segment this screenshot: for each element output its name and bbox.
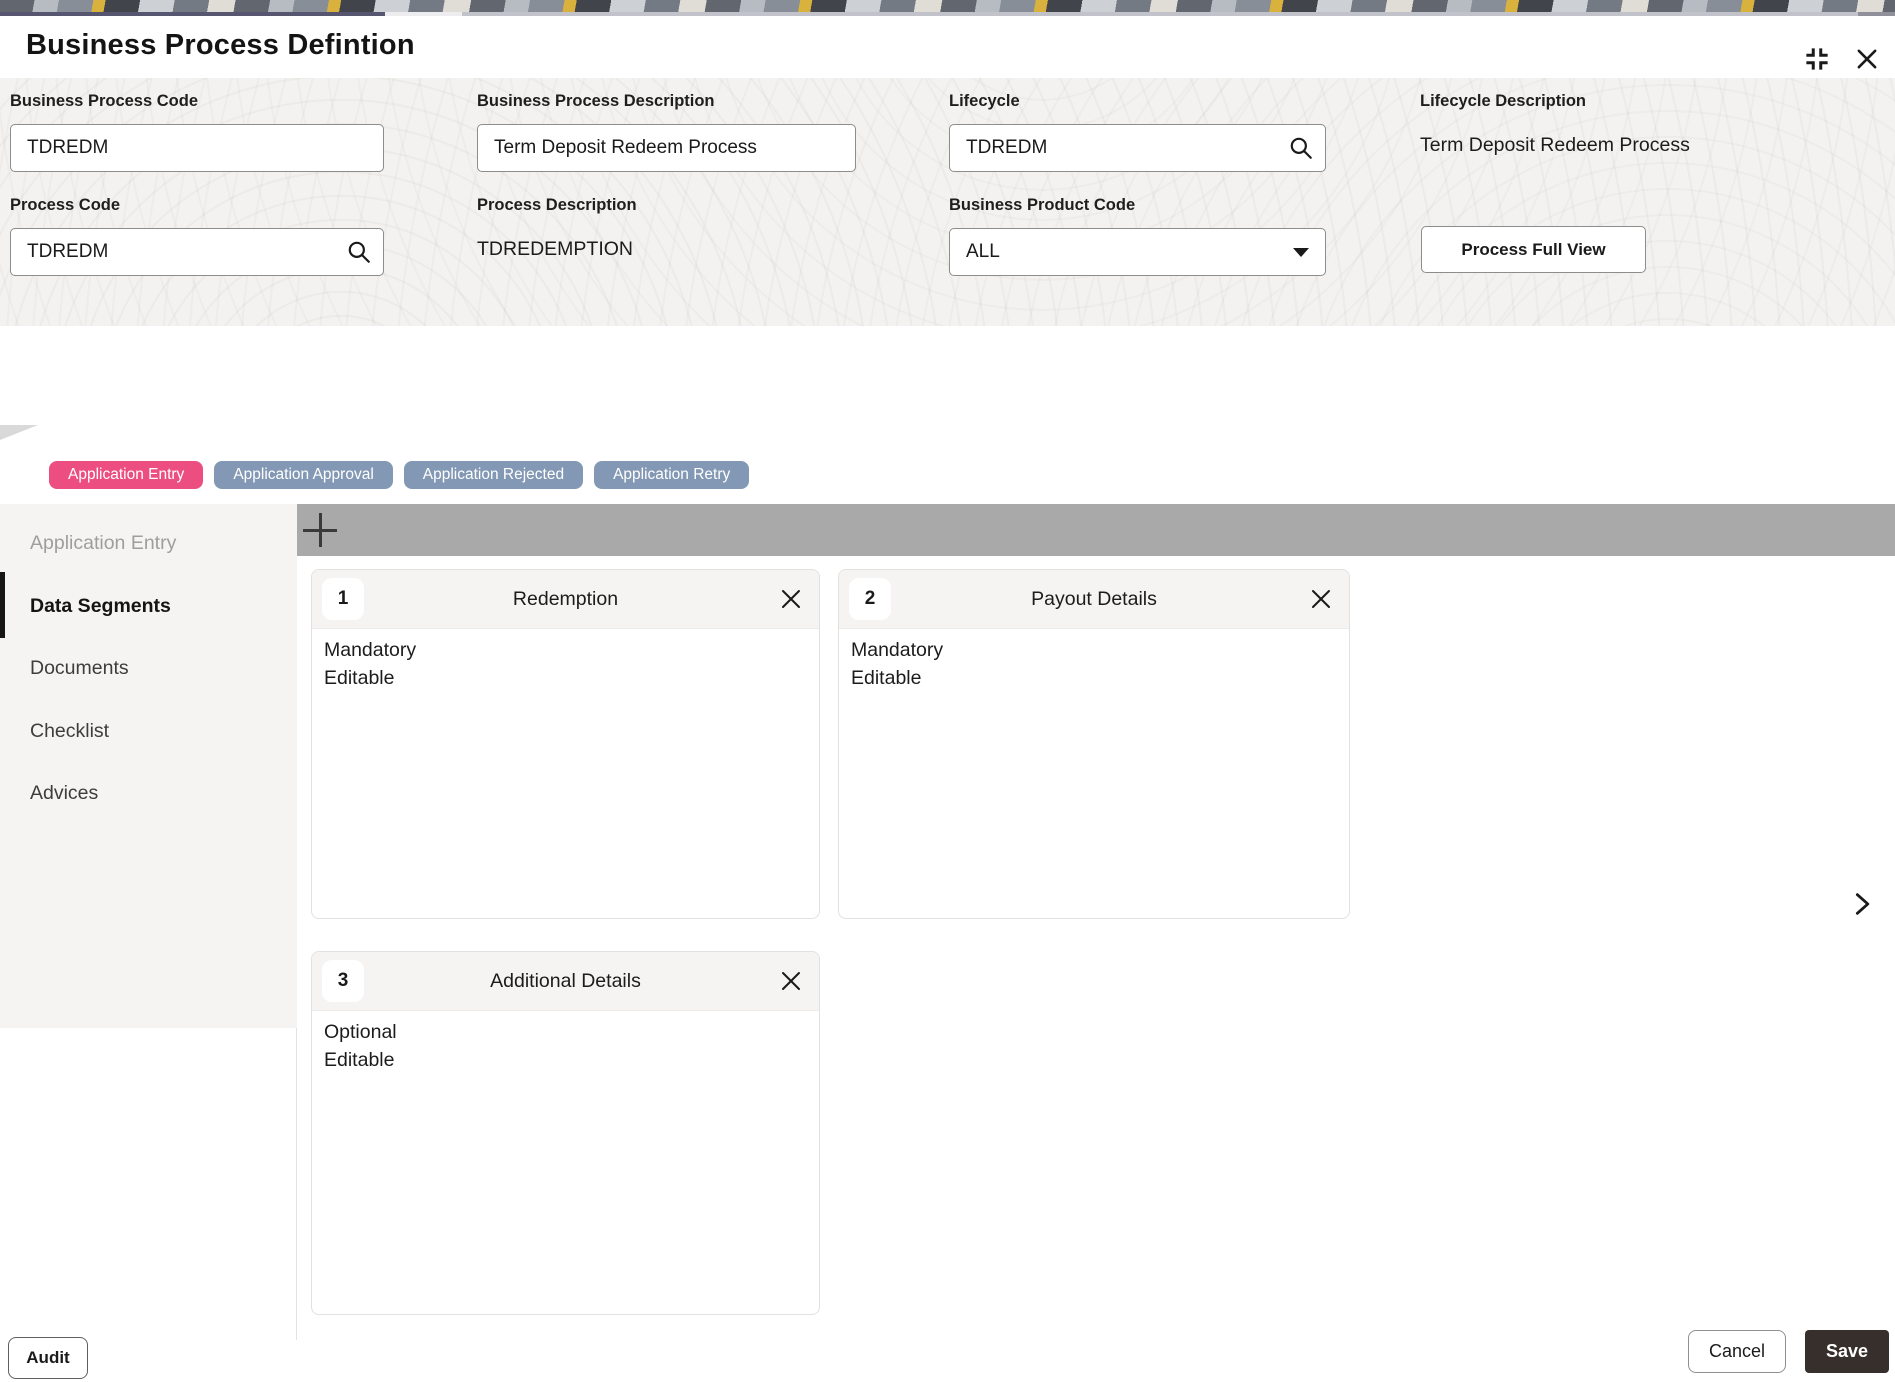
close-icon xyxy=(782,590,800,608)
remove-segment-button[interactable] xyxy=(1309,587,1333,611)
collapse-icon xyxy=(1806,48,1828,70)
audit-button[interactable]: Audit xyxy=(8,1337,88,1379)
save-label: Save xyxy=(1825,1341,1869,1361)
segment-attribute: Optional xyxy=(324,1021,397,1043)
segment-attributes: Mandatory Editable xyxy=(839,629,1349,699)
business-product-code-selected-value: ALL xyxy=(966,241,1000,262)
data-segment-card[interactable]: 3 Additional Details Optional Editable xyxy=(311,951,820,1315)
close-icon xyxy=(1857,49,1877,69)
business-process-definition-window: Business Process Defintion Business Proc… xyxy=(0,0,1895,1382)
sidebar-item-checklist[interactable]: Checklist xyxy=(30,717,109,745)
business-process-description-input[interactable] xyxy=(477,124,856,172)
collapse-window-button[interactable] xyxy=(1800,42,1834,76)
search-icon[interactable] xyxy=(1288,135,1314,161)
card-header: 2 Payout Details xyxy=(839,570,1349,629)
process-code-field-wrap xyxy=(10,228,384,276)
sidebar-item-data-segments[interactable]: Data Segments xyxy=(30,592,171,620)
close-icon xyxy=(1312,590,1330,608)
segment-attributes: Mandatory Editable xyxy=(312,629,819,699)
window-header: Business Process Defintion xyxy=(0,16,1895,78)
process-description-label: Process Description xyxy=(477,196,637,214)
process-full-view-button[interactable]: Process Full View xyxy=(1421,226,1646,273)
business-process-code-label: Business Process Code xyxy=(10,92,198,110)
remove-segment-button[interactable] xyxy=(779,969,803,993)
tab-label: Application Retry xyxy=(613,466,731,483)
card-header: 3 Additional Details xyxy=(312,952,819,1011)
lifecycle-label: Lifecycle xyxy=(949,92,1020,110)
remove-segment-button[interactable] xyxy=(779,587,803,611)
tab-label: Application Entry xyxy=(68,466,185,483)
process-header-form: Business Process Code Business Process D… xyxy=(0,78,1895,326)
segment-attribute: Editable xyxy=(324,1049,395,1071)
segment-attribute: Editable xyxy=(324,667,395,689)
lifecycle-description-label: Lifecycle Description xyxy=(1420,92,1586,110)
lifecycle-input[interactable] xyxy=(949,124,1326,172)
stage-sidebar: Application Entry Data Segments Document… xyxy=(0,504,297,1028)
tab-label: Application Rejected xyxy=(422,466,565,483)
add-segment-button[interactable] xyxy=(303,513,337,547)
active-item-indicator xyxy=(0,572,5,638)
tab-application-approval[interactable]: Application Approval xyxy=(214,461,393,489)
save-button[interactable]: Save xyxy=(1805,1330,1889,1373)
business-process-code-field-wrap xyxy=(10,124,384,172)
browser-theme-strip xyxy=(0,0,1895,12)
segment-attribute: Editable xyxy=(851,667,922,689)
data-segment-card[interactable]: 2 Payout Details Mandatory Editable xyxy=(838,569,1350,919)
card-header: 1 Redemption xyxy=(312,570,819,629)
cancel-label: Cancel xyxy=(1708,1341,1766,1361)
business-process-description-label: Business Process Description xyxy=(477,92,715,110)
add-segment-bar xyxy=(297,504,1895,556)
business-process-description-field-wrap xyxy=(477,124,856,172)
sidebar-item-documents[interactable]: Documents xyxy=(30,654,129,682)
lifecycle-description-value: Term Deposit Redeem Process xyxy=(1420,134,1690,156)
segment-title: Payout Details xyxy=(1031,588,1157,610)
process-code-input[interactable] xyxy=(10,228,384,276)
page-title: Business Process Defintion xyxy=(26,29,415,61)
next-page-chevron[interactable] xyxy=(1848,890,1876,918)
process-code-label: Process Code xyxy=(10,196,121,214)
cancel-button[interactable]: Cancel xyxy=(1688,1330,1786,1373)
sidebar-item-application-entry: Application Entry xyxy=(30,531,177,554)
sidebar-item-advices[interactable]: Advices xyxy=(30,779,98,807)
segment-attributes: Optional Editable xyxy=(312,1011,819,1081)
panel-corner-wedge xyxy=(0,425,38,440)
chevron-right-icon xyxy=(1855,893,1870,915)
segment-attribute: Mandatory xyxy=(851,639,944,661)
business-process-code-input[interactable] xyxy=(10,124,384,172)
segment-attribute: Mandatory xyxy=(324,639,417,661)
close-window-button[interactable] xyxy=(1850,42,1884,76)
tab-label: Application Approval xyxy=(233,466,374,483)
segment-title: Redemption xyxy=(512,588,619,610)
process-full-view-label: Process Full View xyxy=(1461,239,1606,259)
tab-application-entry[interactable]: Application Entry xyxy=(49,461,204,489)
tab-application-retry[interactable]: Application Retry xyxy=(594,461,750,489)
chevron-down-icon xyxy=(1293,247,1309,257)
lifecycle-field-wrap xyxy=(949,124,1326,172)
stage-tab-bar: Application Entry Application Approval A… xyxy=(49,461,750,489)
close-icon xyxy=(782,972,800,990)
process-description-value: TDREDEMPTION xyxy=(477,238,633,260)
data-segment-card[interactable]: 1 Redemption Mandatory Editable xyxy=(311,569,820,919)
business-product-code-select[interactable]: ALL xyxy=(949,228,1326,276)
segment-title: Additional Details xyxy=(490,970,641,992)
audit-label: Audit xyxy=(26,1348,70,1367)
business-product-code-label: Business Product Code xyxy=(949,196,1136,214)
tab-application-rejected[interactable]: Application Rejected xyxy=(403,461,584,489)
search-icon[interactable] xyxy=(346,239,372,265)
